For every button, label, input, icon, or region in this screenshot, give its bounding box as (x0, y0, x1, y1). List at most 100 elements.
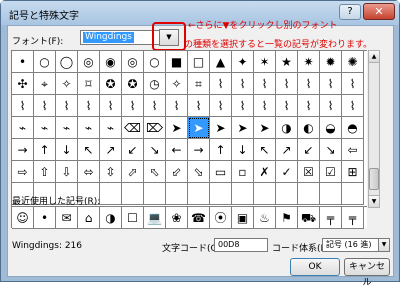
symbol-cell[interactable] (122, 183, 144, 205)
symbol-cell[interactable]: ⌁ (34, 117, 56, 139)
symbol-cell[interactable]: ⌇ (232, 73, 254, 95)
symbol-cell[interactable] (232, 183, 254, 205)
symbol-cell[interactable]: ⇩ (56, 161, 78, 183)
symbol-cell[interactable]: ◉ (100, 51, 122, 73)
symbol-cell[interactable]: ✪ (100, 73, 122, 95)
recent-symbol-cell[interactable]: ☐ (122, 207, 144, 229)
symbol-cell[interactable]: ⌇ (342, 95, 364, 117)
cancel-button[interactable]: キャンセル (344, 258, 390, 288)
symbol-cell[interactable]: ✦ (232, 51, 254, 73)
symbol-cell[interactable]: ⌇ (298, 95, 320, 117)
recent-symbol-cell[interactable]: ▣ (232, 207, 254, 229)
symbol-cell[interactable]: ✪ (122, 73, 144, 95)
symbol-cell[interactable]: ⌇ (342, 73, 364, 95)
symbol-cell[interactable] (254, 183, 276, 205)
symbol-cell[interactable]: ✹ (320, 51, 342, 73)
symbol-cell[interactable]: ⌇ (56, 95, 78, 117)
symbol-cell[interactable]: → (188, 139, 210, 161)
symbol-cell[interactable]: ⌫ (122, 117, 144, 139)
symbol-cell[interactable]: ⌇ (100, 95, 122, 117)
symbol-cell[interactable]: ↖ (78, 139, 100, 161)
help-button[interactable]: ? (339, 4, 361, 20)
symbol-cell[interactable]: ➤ (232, 117, 254, 139)
symbol-cell[interactable]: ➤ (188, 117, 210, 139)
symbol-cell[interactable]: ⌁ (100, 117, 122, 139)
symbol-cell[interactable]: ◎ (122, 51, 144, 73)
symbol-cell[interactable] (144, 183, 166, 205)
symbol-cell[interactable]: ↑ (210, 139, 232, 161)
symbol-cell[interactable]: ⇧ (34, 161, 56, 183)
symbol-cell[interactable]: ⌑ (78, 73, 100, 95)
recent-symbol-cell[interactable]: ╤ (320, 207, 342, 229)
symbol-cell[interactable]: ⌇ (166, 95, 188, 117)
symbol-cell[interactable]: ⌇ (254, 73, 276, 95)
symbol-cell[interactable]: ◓ (342, 117, 364, 139)
symbol-cell[interactable]: ↗ (276, 139, 298, 161)
symbol-cell[interactable]: ↘ (320, 139, 342, 161)
recent-symbol-cell[interactable]: ☎ (188, 207, 210, 229)
scroll-up-arrow-icon[interactable]: ▲ (369, 51, 379, 63)
symbol-cell[interactable]: ⌇ (12, 95, 34, 117)
recent-symbol-cell[interactable]: ⌂ (78, 207, 100, 229)
symbol-cell[interactable]: ◯ (56, 51, 78, 73)
recent-symbol-cell[interactable]: ❀ (166, 207, 188, 229)
symbol-cell[interactable]: ⌇ (254, 95, 276, 117)
symbol-cell[interactable]: ⇨ (12, 161, 34, 183)
symbol-cell[interactable]: ⌇ (188, 95, 210, 117)
symbol-cell[interactable]: ☒ (298, 161, 320, 183)
symbol-cell[interactable] (100, 183, 122, 205)
symbol-cell[interactable]: → (12, 139, 34, 161)
symbol-cell[interactable]: ■ (166, 51, 188, 73)
symbol-cell[interactable]: ⌖ (34, 73, 56, 95)
symbol-cell[interactable]: ▭ (210, 161, 232, 183)
symbol-cell[interactable]: ⌇ (320, 73, 342, 95)
close-button[interactable]: ✕ (363, 3, 395, 20)
recent-symbol-cell[interactable]: ◑ (100, 207, 122, 229)
symbol-cell[interactable]: ◒ (320, 117, 342, 139)
symbol-cell[interactable]: ▲ (210, 51, 232, 73)
symbol-cell[interactable]: ⌇ (298, 73, 320, 95)
symbol-cell[interactable]: ✺ (342, 51, 364, 73)
recent-symbol-cell[interactable]: ☺ (12, 207, 34, 229)
symbol-cell[interactable] (276, 183, 298, 205)
recent-symbol-cell[interactable]: ⦿ (210, 207, 232, 229)
symbol-cell[interactable]: ⬃ (166, 161, 188, 183)
symbol-cell[interactable]: ⌇ (232, 95, 254, 117)
symbol-cell[interactable]: ↖ (254, 139, 276, 161)
symbol-cell[interactable]: ⊞ (342, 161, 364, 183)
symbol-cell[interactable] (210, 183, 232, 205)
symbol-cell[interactable]: ◐ (298, 117, 320, 139)
ok-button[interactable]: OK (290, 258, 340, 276)
recent-symbol-cell[interactable]: ♨ (254, 207, 276, 229)
symbol-cell[interactable]: ◎ (78, 51, 100, 73)
symbol-cell[interactable]: ⌁ (78, 117, 100, 139)
recent-symbol-cell[interactable]: ✉ (56, 207, 78, 229)
symbol-cell[interactable]: ▫ (232, 161, 254, 183)
symbol-cell[interactable]: ↓ (56, 139, 78, 161)
symbol-cell[interactable]: ⌦ (144, 117, 166, 139)
symbol-cell[interactable]: ⇳ (100, 161, 122, 183)
symbol-cell[interactable]: ⬁ (144, 161, 166, 183)
symbol-cell[interactable]: ↗ (100, 139, 122, 161)
symbol-cell[interactable]: ⬀ (122, 161, 144, 183)
symbol-cell[interactable]: ✷ (298, 51, 320, 73)
symbol-cell[interactable]: ✓ (276, 161, 298, 183)
scroll-thumb[interactable] (369, 168, 379, 190)
chevron-down-icon[interactable]: ▼ (378, 239, 389, 251)
symbol-cell[interactable]: ⌇ (276, 95, 298, 117)
symbol-cell[interactable]: ★ (276, 51, 298, 73)
symbol-cell[interactable]: ⌇ (122, 95, 144, 117)
symbol-cell[interactable]: ⬄ (78, 161, 100, 183)
symbol-cell[interactable]: ⌁ (56, 117, 78, 139)
symbol-cell[interactable]: ➤ (254, 117, 276, 139)
recent-symbol-cell[interactable]: 💻 (144, 207, 166, 229)
recent-symbol-cell[interactable]: • (34, 207, 56, 229)
recent-symbol-cell[interactable]: ⚑ (276, 207, 298, 229)
symbol-cell[interactable]: ⌇ (144, 95, 166, 117)
symbol-cell[interactable]: ↙ (298, 139, 320, 161)
recent-symbol-cell[interactable]: ⛟ (298, 207, 320, 229)
symbol-cell[interactable]: ↓ (232, 139, 254, 161)
symbol-cell[interactable]: ⇦ (342, 139, 364, 161)
symbol-cell[interactable]: ↑ (34, 139, 56, 161)
symbol-cell[interactable]: ⌇ (210, 95, 232, 117)
